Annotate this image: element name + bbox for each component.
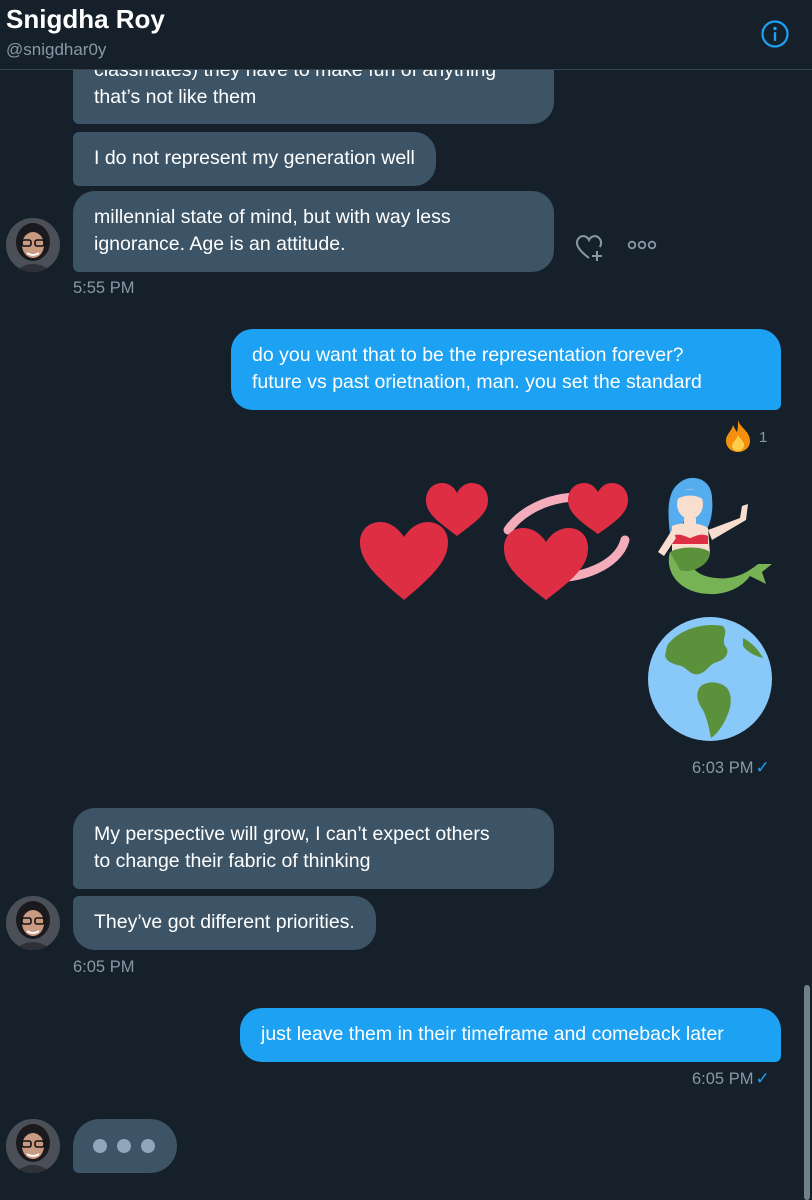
typing-dot bbox=[93, 1139, 107, 1153]
message-timestamp: 6:05 PM bbox=[73, 958, 135, 976]
reaction-count: 1 bbox=[759, 429, 768, 446]
message-text: that’s not like them bbox=[94, 86, 257, 108]
message-text: do you want that to be the representatio… bbox=[252, 344, 684, 366]
scrollbar-thumb[interactable] bbox=[804, 985, 810, 1200]
message-text: millennial state of mind, but with way l… bbox=[94, 206, 451, 228]
message-text: My perspective will grow, I can’t expect… bbox=[94, 823, 490, 845]
avatar[interactable] bbox=[6, 218, 60, 272]
message-timestamp: 6:03 PM ✓ bbox=[692, 758, 770, 778]
timestamp-text: 6:05 PM bbox=[692, 1070, 754, 1088]
message-text: to change their fabric of thinking bbox=[94, 850, 371, 872]
like-add-icon[interactable] bbox=[572, 230, 606, 264]
revolving-hearts-emoji[interactable] bbox=[500, 478, 635, 604]
message-text: They’ve got different priorities. bbox=[94, 911, 355, 933]
message-text: just leave them in their timeframe and c… bbox=[261, 1023, 724, 1045]
fire-emoji[interactable] bbox=[722, 419, 754, 453]
message-bubble-outgoing[interactable]: do you want that to be the representatio… bbox=[231, 329, 781, 410]
two-hearts-emoji[interactable] bbox=[360, 480, 490, 605]
message-bubble-incoming[interactable]: They’ve got different priorities. bbox=[73, 896, 376, 950]
message-bubble-outgoing[interactable]: just leave them in their timeframe and c… bbox=[240, 1008, 781, 1062]
message-text: I do not represent my generation well bbox=[94, 147, 415, 169]
typing-dot bbox=[141, 1139, 155, 1153]
message-text: classmates) they have to make fun of any… bbox=[94, 70, 497, 81]
avatar[interactable] bbox=[6, 1119, 60, 1173]
typing-dot bbox=[117, 1139, 131, 1153]
message-bubble-incoming[interactable]: I do not represent my generation well bbox=[73, 132, 436, 186]
message-text: future vs past orietnation, man. you set… bbox=[252, 371, 702, 393]
typing-indicator bbox=[73, 1119, 177, 1173]
avatar[interactable] bbox=[6, 896, 60, 950]
timestamp-text: 6:03 PM bbox=[692, 759, 754, 777]
message-bubble-incoming[interactable]: My perspective will grow, I can’t expect… bbox=[73, 808, 554, 889]
message-bubble-incoming[interactable]: classmates) they have to make fun of any… bbox=[73, 70, 554, 124]
mermaid-emoji[interactable] bbox=[650, 476, 772, 606]
message-timestamp: 5:55 PM bbox=[73, 279, 135, 297]
conversation-header: Snigdha Roy @snigdhar0y bbox=[0, 0, 812, 70]
contact-handle[interactable]: @snigdhar0y bbox=[6, 40, 106, 60]
message-timestamp: 6:05 PM ✓ bbox=[692, 1069, 770, 1089]
info-icon[interactable] bbox=[761, 20, 789, 48]
globe-americas-emoji[interactable] bbox=[647, 616, 773, 742]
message-text: ignorance. Age is an attitude. bbox=[94, 233, 346, 255]
message-bubble-incoming[interactable]: millennial state of mind, but with way l… bbox=[73, 191, 554, 272]
message-list[interactable]: classmates) they have to make fun of any… bbox=[0, 70, 812, 1200]
sent-check-icon: ✓ bbox=[755, 758, 770, 777]
contact-name[interactable]: Snigdha Roy bbox=[6, 4, 165, 35]
sent-check-icon: ✓ bbox=[755, 1069, 770, 1088]
more-options-icon[interactable] bbox=[627, 234, 659, 256]
